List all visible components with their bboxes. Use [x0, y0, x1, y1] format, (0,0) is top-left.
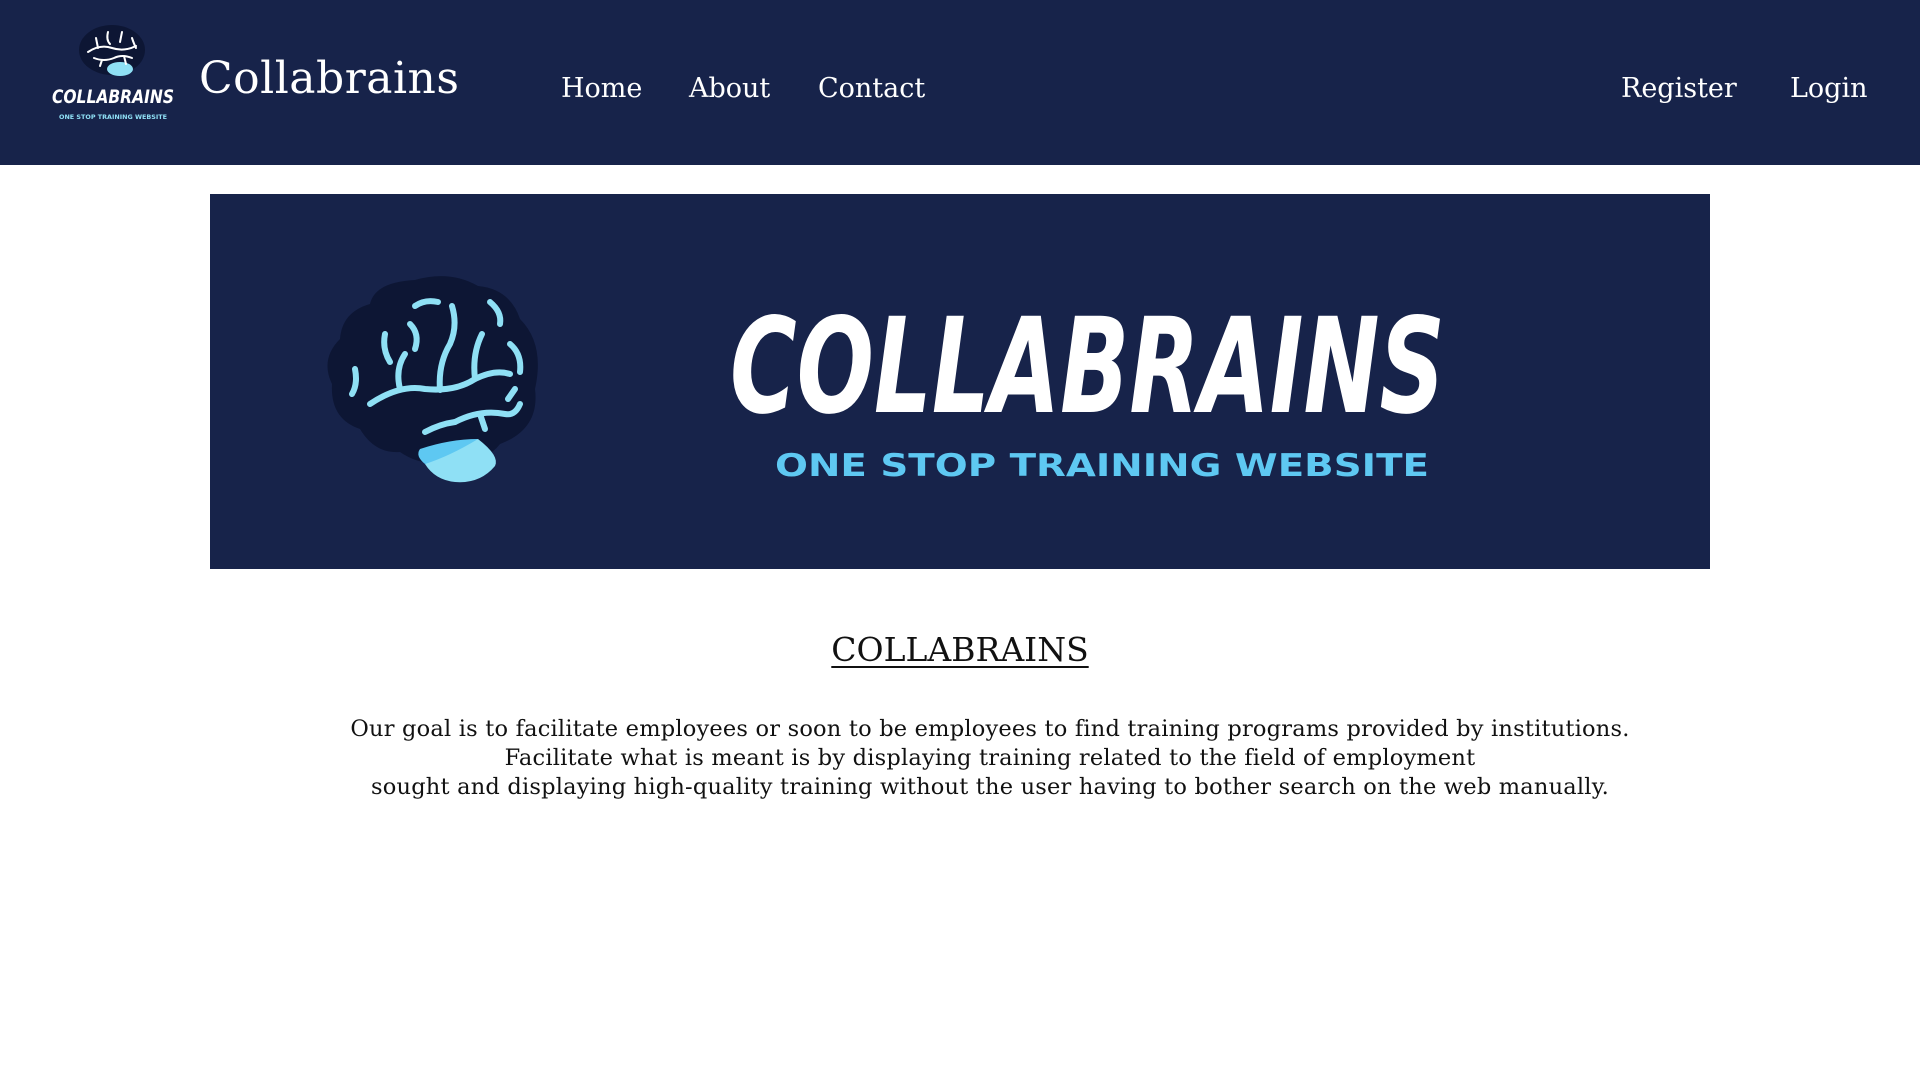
- description-line-1: Our goal is to facilitate employees or s…: [350, 716, 1630, 742]
- login-link[interactable]: Login: [1790, 71, 1868, 107]
- description-line-2: Facilitate what is meant is by displayin…: [504, 745, 1476, 771]
- hero-banner: COLLABRAINS ONE STOP TRAINING WEBSITE: [210, 194, 1710, 569]
- logo-wordmark: COLLABRAINS: [52, 86, 174, 108]
- logo-tagline: ONE STOP TRAINING WEBSITE: [59, 114, 167, 121]
- banner-wordmark: COLLABRAINS: [730, 290, 1445, 444]
- brain-icon: [327, 276, 538, 483]
- register-link[interactable]: Register: [1621, 71, 1737, 107]
- description: Our goal is to facilitate employees or s…: [0, 715, 1920, 802]
- page-title: COLLABRAINS: [0, 628, 1920, 672]
- page-title-text: COLLABRAINS: [831, 630, 1089, 669]
- nav-link-contact[interactable]: Contact: [818, 71, 925, 107]
- nav-link-about[interactable]: About: [689, 71, 770, 107]
- brain-icon: [79, 25, 145, 76]
- description-line-3: sought and displaying high-quality train…: [371, 774, 1609, 800]
- brand-name[interactable]: Collabrains: [199, 54, 459, 104]
- navbar: COLLABRAINS ONE STOP TRAINING WEBSITE Co…: [0, 0, 1920, 165]
- site-logo[interactable]: COLLABRAINS ONE STOP TRAINING WEBSITE: [48, 24, 178, 124]
- nav-link-home[interactable]: Home: [561, 71, 642, 107]
- banner-graphic: COLLABRAINS ONE STOP TRAINING WEBSITE: [327, 276, 1445, 484]
- banner-tagline: ONE STOP TRAINING WEBSITE: [775, 448, 1429, 484]
